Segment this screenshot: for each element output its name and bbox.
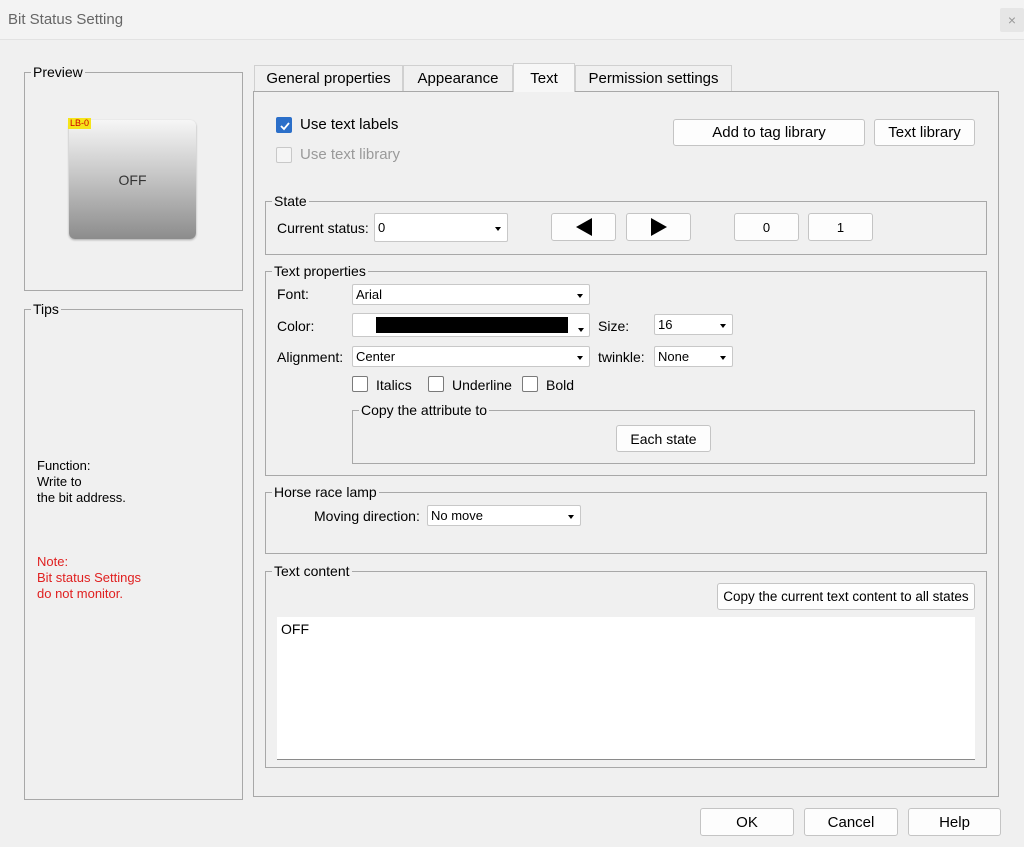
size-value: 16	[658, 317, 673, 332]
help-button[interactable]: Help	[908, 808, 1001, 836]
checkmark-icon	[280, 122, 290, 131]
triangle-left-icon	[575, 218, 592, 236]
copy-text-to-all-states-button[interactable]: Copy the current text content to all sta…	[717, 583, 975, 610]
underline-checkbox[interactable]	[428, 376, 444, 392]
color-swatch	[376, 317, 568, 333]
window-title: Bit Status Setting	[8, 11, 124, 28]
font-select[interactable]: Arial	[352, 284, 590, 305]
tips-function-line: Function:	[37, 458, 91, 473]
color-label: Color:	[277, 318, 315, 334]
cancel-button[interactable]: Cancel	[804, 808, 898, 836]
preview-button: OFF	[69, 120, 196, 239]
size-label: Size:	[598, 318, 630, 334]
horse-race-lamp-title: Horse race lamp	[272, 484, 379, 500]
chevron-down-icon	[577, 355, 583, 360]
use-text-labels-checkbox[interactable]	[276, 117, 292, 133]
chevron-down-icon	[720, 323, 726, 328]
next-state-button[interactable]	[626, 213, 691, 241]
text-content-title: Text content	[272, 563, 352, 579]
chevron-down-icon	[578, 328, 584, 332]
twinkle-select[interactable]: None	[654, 346, 733, 367]
twinkle-value: None	[658, 349, 690, 364]
ok-button[interactable]: OK	[700, 808, 794, 836]
chevron-down-icon	[568, 514, 574, 519]
use-text-labels-label: Use text labels	[300, 116, 399, 133]
copy-attribute-title: Copy the attribute to	[359, 402, 490, 418]
title-bar	[0, 0, 1024, 40]
tips-function-line: Write to	[37, 474, 82, 489]
text-library-button[interactable]: Text library	[874, 119, 975, 146]
close-icon: ×	[1007, 12, 1017, 28]
font-label: Font:	[277, 286, 309, 302]
moving-direction-select[interactable]: No move	[427, 505, 581, 526]
alignment-select[interactable]: Center	[352, 346, 590, 367]
alignment-label: Alignment:	[277, 349, 344, 365]
tips-function: Function: Write to the bit address.	[37, 458, 126, 506]
preview-button-text: OFF	[118, 171, 147, 188]
current-status-value: 0	[378, 220, 386, 235]
bold-label: Bold	[546, 377, 575, 393]
preview-badge: LB-0	[68, 118, 92, 129]
italics-label: Italics	[376, 377, 412, 393]
alignment-value: Center	[356, 349, 396, 364]
chevron-down-icon	[720, 355, 726, 360]
text-properties-title: Text properties	[272, 263, 368, 279]
tab-text[interactable]: Text	[513, 63, 575, 92]
each-state-button[interactable]: Each state	[616, 425, 711, 452]
twinkle-label: twinkle:	[598, 349, 645, 365]
moving-direction-label: Moving direction:	[314, 508, 420, 524]
text-content-textarea[interactable]: OFF	[277, 617, 975, 760]
tab-general-properties[interactable]: General properties	[254, 65, 403, 91]
tips-note-line: Note:	[37, 554, 69, 569]
triangle-right-icon	[650, 218, 667, 236]
bold-checkbox[interactable]	[522, 376, 538, 392]
tips-note: Note: Bit status Settings do not monitor…	[37, 554, 141, 602]
font-value: Arial	[356, 287, 383, 302]
preview-title: Preview	[31, 64, 85, 80]
tips-title: Tips	[31, 301, 61, 317]
state-1-button[interactable]: 1	[808, 213, 873, 241]
italics-checkbox[interactable]	[352, 376, 368, 392]
current-status-label: Current status:	[277, 220, 369, 236]
tips-function-line: the bit address.	[37, 490, 126, 505]
tab-appearance[interactable]: Appearance	[403, 65, 513, 91]
tips-note-line: Bit status Settings	[37, 570, 142, 585]
close-button[interactable]: ×	[1000, 8, 1024, 32]
tips-note-line: do not monitor.	[37, 586, 123, 601]
current-status-select[interactable]: 0	[374, 213, 508, 242]
use-text-library-label: Use text library	[300, 146, 401, 163]
prev-state-button[interactable]	[551, 213, 616, 241]
add-to-tag-library-button[interactable]: Add to tag library	[673, 119, 865, 146]
color-picker[interactable]	[352, 313, 590, 337]
state-0-button[interactable]: 0	[734, 213, 799, 241]
underline-label: Underline	[452, 377, 512, 393]
chevron-down-icon	[495, 226, 501, 231]
state-title: State	[272, 193, 309, 209]
tab-permission-settings[interactable]: Permission settings	[575, 65, 732, 91]
chevron-down-icon	[577, 293, 583, 298]
use-text-library-checkbox[interactable]	[276, 147, 292, 163]
moving-direction-value: No move	[431, 508, 484, 523]
size-select[interactable]: 16	[654, 314, 733, 335]
